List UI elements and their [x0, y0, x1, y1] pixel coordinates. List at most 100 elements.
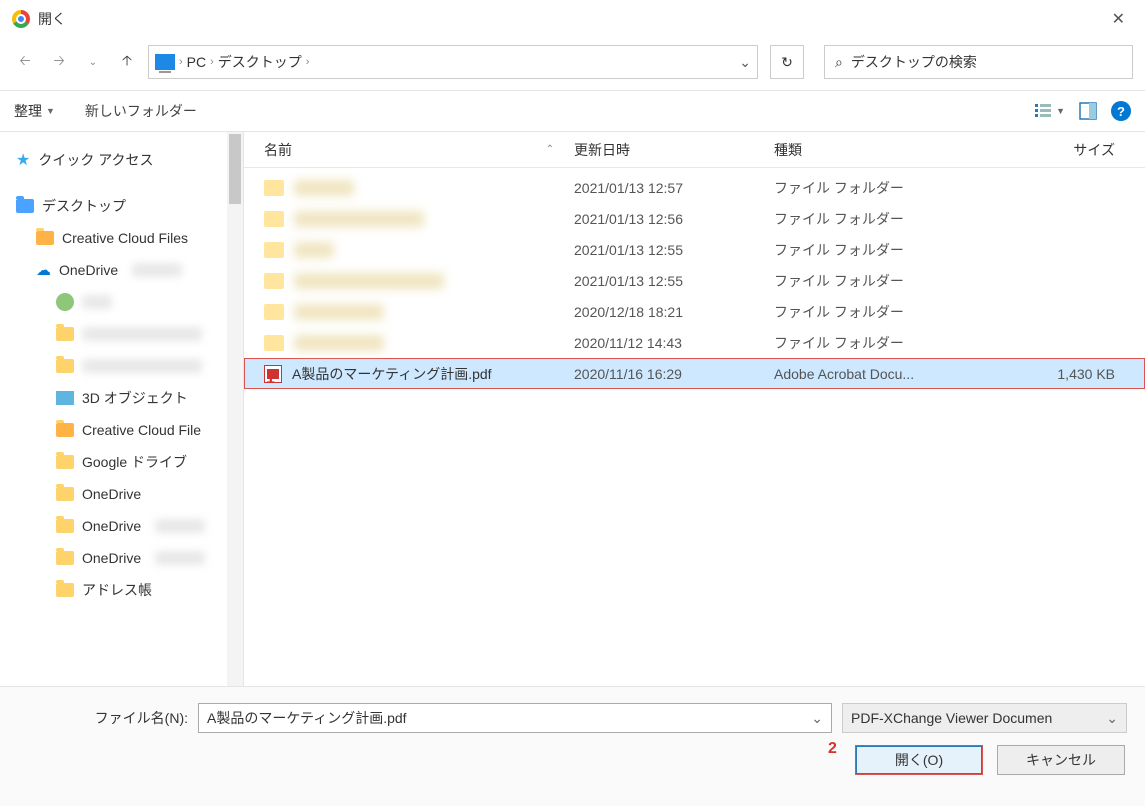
folder-icon — [36, 231, 54, 245]
sidebar-item-folder[interactable] — [0, 318, 243, 350]
sidebar-item-onedrive[interactable]: OneDrive — [0, 542, 243, 574]
file-list-panel: 名前⌃ 更新日時 種類 サイズ 2021/01/13 12:57ファイル フォル… — [244, 132, 1145, 686]
breadcrumb-item[interactable]: デスクトップ — [218, 52, 302, 72]
sidebar-item-3d-objects[interactable]: 3D オブジェクト — [0, 382, 243, 414]
redacted-text — [155, 551, 205, 565]
file-size: 1,430 KB — [974, 366, 1125, 382]
folder-icon — [56, 551, 74, 565]
sidebar-item-onedrive[interactable]: OneDrive — [0, 510, 243, 542]
sidebar-item-gdrive[interactable]: Google ドライブ — [0, 446, 243, 478]
open-button[interactable]: 開く(O) — [855, 745, 983, 775]
search-placeholder: デスクトップの検索 — [851, 52, 977, 72]
file-row[interactable]: 2021/01/13 12:55ファイル フォルダー — [244, 234, 1145, 265]
scrollbar-thumb[interactable] — [229, 134, 241, 204]
view-mode-button[interactable]: ▼ — [1034, 102, 1065, 120]
refresh-button[interactable]: ↻ — [770, 45, 804, 79]
folder-icon — [264, 273, 284, 289]
folder-icon — [56, 583, 74, 597]
file-row[interactable]: 2020/12/18 18:21ファイル フォルダー — [244, 296, 1145, 327]
filetype-select[interactable]: PDF-XChange Viewer Documen⌄ — [842, 703, 1127, 733]
star-icon: ★ — [16, 150, 30, 170]
folder-icon — [264, 335, 284, 351]
folder-icon — [264, 180, 284, 196]
sidebar-item-quick-access[interactable]: ★クイック アクセス — [0, 144, 243, 176]
breadcrumb[interactable]: › PC › デスクトップ › ⌄ — [148, 45, 758, 79]
file-type: Adobe Acrobat Docu... — [774, 366, 974, 382]
redacted-text — [294, 242, 334, 258]
sort-arrow-icon: ⌃ — [546, 144, 554, 155]
preview-pane-button[interactable] — [1079, 102, 1097, 120]
col-type[interactable]: 種類 — [774, 140, 974, 160]
breadcrumb-dropdown[interactable]: ⌄ — [739, 54, 751, 71]
scrollbar[interactable] — [227, 132, 243, 686]
toolbar: 整理▼ 新しいフォルダー ▼ ? — [0, 90, 1145, 132]
filename-input[interactable]: A製品のマーケティング計画.pdf⌄ — [198, 703, 832, 733]
back-button[interactable]: 🡠 — [12, 49, 38, 75]
redacted-text — [294, 273, 444, 289]
redacted-text — [294, 180, 354, 196]
annotation-2: 2 — [828, 740, 837, 758]
file-row[interactable]: 2020/11/12 14:43ファイル フォルダー — [244, 327, 1145, 358]
cube-icon — [56, 391, 74, 405]
folder-icon — [264, 242, 284, 258]
redacted-text — [82, 359, 202, 373]
sidebar: ★クイック アクセス デスクトップ Creative Cloud Files ☁… — [0, 132, 244, 686]
folder-icon — [264, 304, 284, 320]
file-list: 2021/01/13 12:57ファイル フォルダー 2021/01/13 12… — [244, 168, 1145, 686]
cancel-button[interactable]: キャンセル — [997, 745, 1125, 775]
folder-icon — [56, 519, 74, 533]
chevron-down-icon[interactable]: ⌄ — [1106, 710, 1118, 727]
col-size[interactable]: サイズ — [974, 140, 1125, 160]
preview-icon — [1079, 102, 1097, 120]
file-row[interactable]: 2021/01/13 12:55ファイル フォルダー — [244, 265, 1145, 296]
folder-icon — [56, 359, 74, 373]
recent-dropdown[interactable]: ⌄ — [80, 49, 106, 75]
redacted-text — [294, 335, 384, 351]
redacted-text — [132, 263, 182, 277]
search-input[interactable]: ⌕ デスクトップの検索 — [824, 45, 1133, 79]
close-icon[interactable]: ✕ — [1104, 5, 1133, 33]
window-title: 開く — [38, 9, 66, 29]
chevron-icon: › — [210, 56, 214, 68]
folder-icon — [56, 455, 74, 469]
forward-button: 🡢 — [46, 49, 72, 75]
file-row[interactable]: 2021/01/13 12:57ファイル フォルダー — [244, 172, 1145, 203]
sidebar-item-desktop[interactable]: デスクトップ — [0, 190, 243, 222]
breadcrumb-item[interactable]: PC — [187, 54, 206, 70]
organize-button[interactable]: 整理▼ — [14, 101, 55, 121]
sidebar-item-folder[interactable] — [0, 350, 243, 382]
sidebar-item-creative-cloud[interactable]: Creative Cloud Files — [0, 222, 243, 254]
file-date: 2020/11/16 16:29 — [574, 366, 774, 382]
user-icon — [56, 293, 74, 311]
redacted-text — [155, 519, 205, 533]
up-button[interactable]: 🡡 — [114, 49, 140, 75]
file-name: A製品のマーケティング計画.pdf — [292, 364, 492, 384]
filename-label: ファイル名(N): — [18, 708, 188, 728]
details-view-icon — [1034, 102, 1052, 120]
sidebar-item-creative-cloud[interactable]: Creative Cloud File — [0, 414, 243, 446]
annotation-1: 1 — [266, 370, 275, 388]
file-row-selected[interactable]: A製品のマーケティング計画.pdf 2020/11/16 16:29 Adobe… — [244, 358, 1145, 389]
navbar: 🡠 🡢 ⌄ 🡡 › PC › デスクトップ › ⌄ ↻ ⌕ デスクトップの検索 — [0, 38, 1145, 86]
titlebar: 開く ✕ — [0, 0, 1145, 38]
redacted-text — [294, 211, 424, 227]
sidebar-item-addressbook[interactable]: アドレス帳 — [0, 574, 243, 606]
sidebar-item-user[interactable] — [0, 286, 243, 318]
help-icon[interactable]: ? — [1111, 101, 1131, 121]
column-headers: 名前⌃ 更新日時 種類 サイズ — [244, 132, 1145, 168]
sidebar-item-onedrive[interactable]: OneDrive — [0, 478, 243, 510]
col-date[interactable]: 更新日時 — [574, 140, 774, 160]
redacted-text — [82, 295, 112, 309]
footer: ファイル名(N): A製品のマーケティング計画.pdf⌄ PDF-XChange… — [0, 686, 1145, 806]
folder-icon — [264, 211, 284, 227]
redacted-text — [82, 327, 202, 341]
sidebar-item-onedrive[interactable]: ☁OneDrive — [0, 254, 243, 286]
chevron-icon: › — [179, 56, 183, 68]
new-folder-button[interactable]: 新しいフォルダー — [85, 101, 197, 121]
folder-icon — [56, 487, 74, 501]
file-row[interactable]: 2021/01/13 12:56ファイル フォルダー — [244, 203, 1145, 234]
col-name[interactable]: 名前⌃ — [264, 140, 574, 160]
chevron-down-icon[interactable]: ⌄ — [811, 710, 823, 727]
chrome-icon — [12, 10, 30, 28]
cloud-icon: ☁ — [36, 261, 51, 279]
